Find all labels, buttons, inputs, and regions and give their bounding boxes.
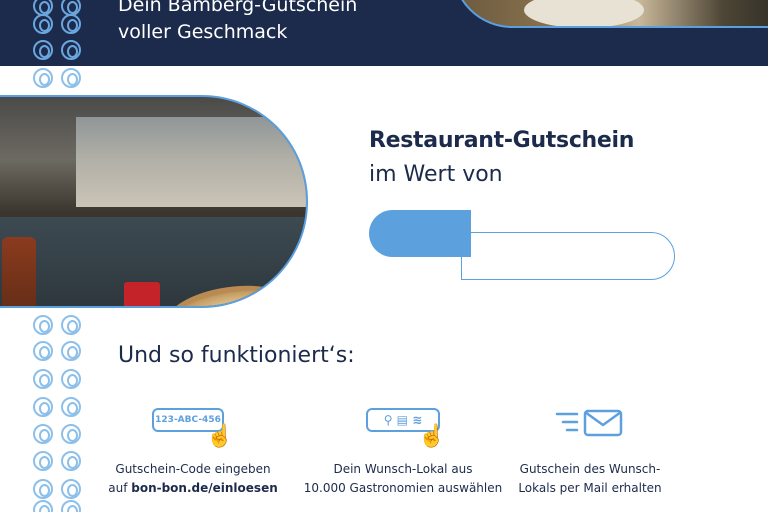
- hand-cursor-icon: ☝: [206, 423, 234, 448]
- voucher-subtitle: im Wert von: [369, 162, 503, 187]
- dot-icon: [61, 14, 81, 34]
- dot-icon: [33, 341, 53, 361]
- photo-bottle: [2, 237, 36, 306]
- step-3-line-1: Gutschein des Wunsch-: [519, 462, 661, 476]
- step-3-line-2: Lokals per Mail erhalten: [518, 481, 662, 495]
- voucher-value-tab: [369, 210, 471, 257]
- restaurant-photo: [0, 95, 308, 308]
- mail-speed-icon: [555, 409, 623, 437]
- hand-cursor-icon: ☝: [418, 423, 446, 448]
- dot-icon: [61, 40, 81, 60]
- dot-icon: [61, 451, 81, 471]
- step-2: ⚲ ▤ ≋ ☝ Dein Wunsch-Lokal aus 10.000 Gas…: [298, 404, 508, 498]
- restaurant-select-icon: ⚲ ▤ ≋ ☝: [298, 404, 508, 452]
- step-2-line-1: Dein Wunsch-Lokal aus: [333, 462, 473, 476]
- dot-icon: [61, 424, 81, 444]
- how-it-works-title: Und so funktioniert‘s:: [118, 343, 355, 368]
- dot-icon: [33, 424, 53, 444]
- step-3-text: Gutschein des Wunsch- Lokals per Mail er…: [485, 460, 695, 498]
- code-entry-icon: 123-ABC-456 ☝: [88, 404, 298, 452]
- header-text: Dein Bamberg-Gutschein voller Geschmack: [118, 0, 357, 46]
- dot-icon: [33, 14, 53, 34]
- voucher-value-field: [369, 210, 675, 280]
- step-1-text: Gutschein-Code eingeben auf bon-bon.de/e…: [88, 460, 298, 498]
- voucher-title: Restaurant-Gutschein: [369, 128, 635, 153]
- header-plate: [524, 0, 644, 26]
- header-line-1: Dein Bamberg-Gutschein: [118, 0, 358, 16]
- step-3: Gutschein des Wunsch- Lokals per Mail er…: [485, 404, 695, 498]
- voucher-value-box: [461, 232, 675, 280]
- dot-icon: [61, 369, 81, 389]
- dot-icon: [33, 68, 53, 88]
- dot-icon: [33, 40, 53, 60]
- header-banner: Dein Bamberg-Gutschein voller Geschmack: [0, 0, 768, 66]
- dot-icon: [33, 500, 53, 512]
- dot-icon: [61, 479, 81, 499]
- dot-icon: [33, 479, 53, 499]
- step-1-line-2: auf bon-bon.de/einloesen: [88, 479, 298, 498]
- dot-icon: [33, 369, 53, 389]
- step-1: 123-ABC-456 ☝ Gutschein-Code eingeben au…: [88, 404, 298, 498]
- dot-icon: [33, 315, 53, 335]
- photo-street: [76, 117, 306, 207]
- step-2-text: Dein Wunsch-Lokal aus 10.000 Gastronomie…: [298, 460, 508, 498]
- redeem-link[interactable]: bon-bon.de/einloesen: [131, 481, 278, 495]
- dot-icon: [33, 397, 53, 417]
- dot-icon: [61, 315, 81, 335]
- step-2-line-2: 10.000 Gastronomien auswählen: [303, 481, 503, 495]
- dot-icon: [61, 397, 81, 417]
- photo-glass: [124, 282, 160, 306]
- dot-icon: [61, 500, 81, 512]
- step-1-prefix: auf: [108, 481, 132, 495]
- header-food-photo: [452, 0, 768, 28]
- header-line-2: voller Geschmack: [118, 21, 288, 43]
- dot-icon: [33, 451, 53, 471]
- mail-icon: [485, 404, 695, 452]
- step-1-line-1: Gutschein-Code eingeben: [115, 462, 271, 476]
- dot-icon: [61, 341, 81, 361]
- dot-icon: [61, 68, 81, 88]
